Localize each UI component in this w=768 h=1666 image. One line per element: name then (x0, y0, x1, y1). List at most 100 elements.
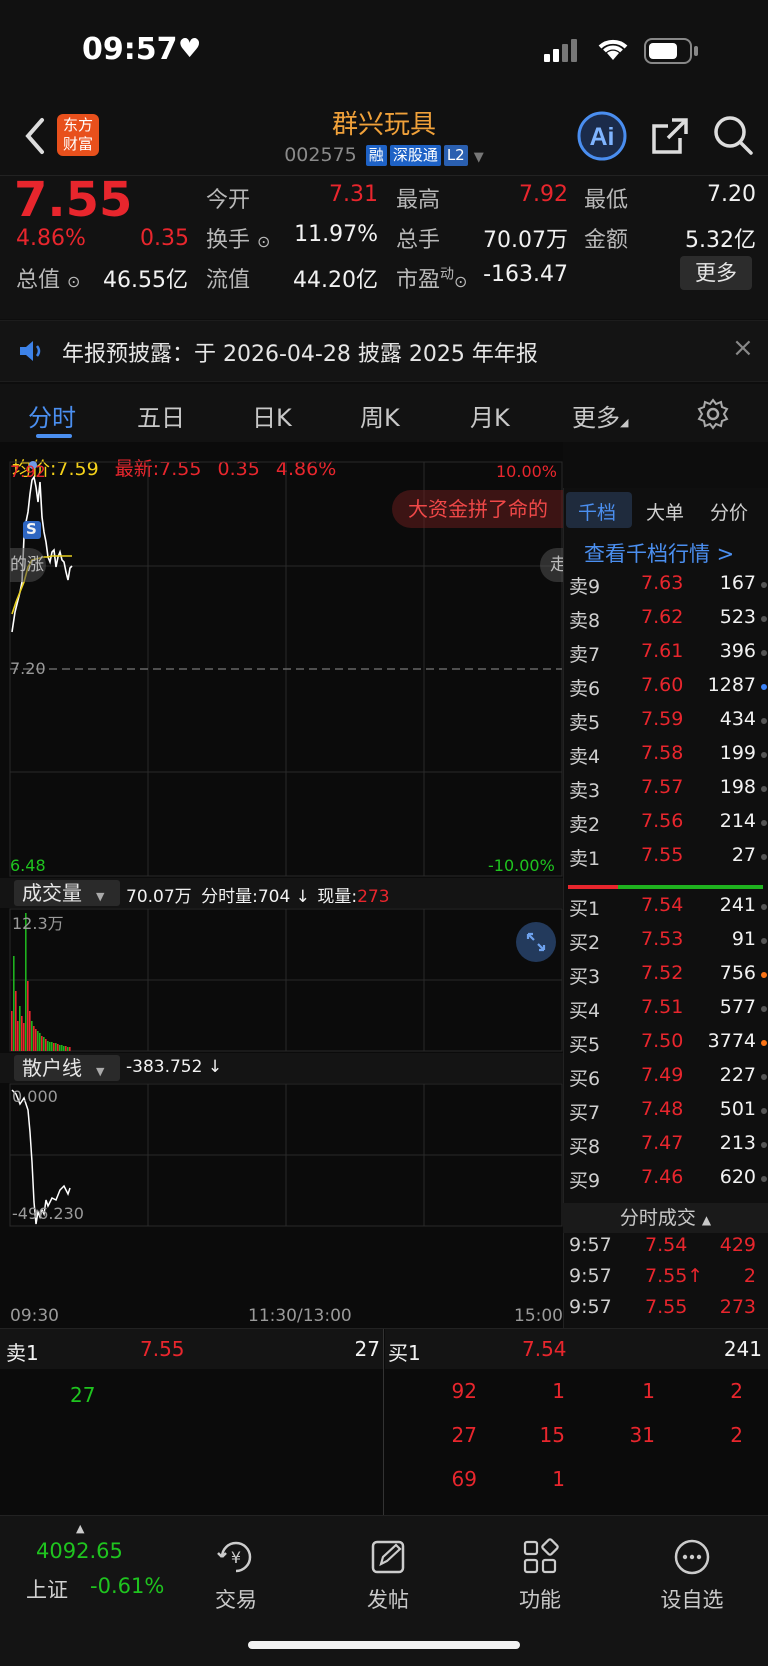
order-dot-icon (761, 1142, 767, 1148)
bid-level-label: 买2 (569, 932, 601, 954)
book-tab-bigorder[interactable]: 大单 (646, 498, 684, 525)
notice-text: 年报预披露：于 2026-04-28 披露 2025 年年报 (62, 342, 538, 367)
float-label: 流值 (206, 268, 251, 293)
nav-functions[interactable]: 功能 (485, 1536, 595, 1614)
ask-strength-bar (568, 885, 618, 889)
ai-icon[interactable]: Ai (576, 110, 628, 166)
caret-up-icon: ▲ (76, 1522, 85, 1535)
bid-row[interactable]: 买9 7.46 620 (563, 1166, 768, 1200)
volume-bar (35, 1029, 37, 1051)
tab-intraday[interactable]: 分时 (28, 398, 76, 433)
bid-price: 7.52 (641, 962, 684, 984)
tab-more[interactable]: 更多◢ (572, 398, 628, 433)
nav-trade[interactable]: ¥ 交易 (181, 1536, 291, 1614)
wifi-icon (596, 36, 630, 66)
trade-price: 7.54 (645, 1234, 688, 1256)
ask-row[interactable]: 卖8 7.62 523 (563, 606, 768, 640)
nav-add-watchlist[interactable]: 设自选 (637, 1536, 747, 1614)
bid-row[interactable]: 买3 7.52 756 (563, 962, 768, 996)
turnover-label: 换手 ⊙ (206, 228, 271, 253)
intraday-chart[interactable]: 均价:7.59 最新:7.55 0.35 4.86% S 7.92 7.20 6… (0, 442, 563, 1328)
big-fund-banner[interactable]: 大资金拼了命的 (392, 490, 563, 528)
ask-list: 卖9 7.63 167 卖8 7.62 523 卖7 7.61 396 卖6 7.60 1287 卖5 7… (563, 572, 768, 882)
bid-row[interactable]: 买2 7.53 91 (563, 928, 768, 962)
bid-row[interactable]: 买5 7.50 3774 (563, 1030, 768, 1064)
low-label: 最低 (584, 188, 629, 213)
view-depth-link[interactable]: 查看千档行情 > (584, 538, 734, 568)
trade-time: 9:57 (569, 1296, 612, 1318)
notice-bar[interactable]: 年报预披露：于 2026-04-28 披露 2025 年年报 × (0, 320, 768, 382)
volume-bar (51, 1042, 53, 1051)
settings-icon[interactable] (697, 398, 729, 434)
tab-daily[interactable]: 日K (252, 398, 292, 433)
queue-bid-orders: 92 1 1 2 27 15 31 2 69 1 (385, 1379, 768, 1515)
volume-indicator-select[interactable]: 成交量 ▼ (14, 880, 120, 906)
tab-weekly[interactable]: 周K (360, 398, 400, 433)
order-dot-icon (761, 1074, 767, 1080)
volume-bar (27, 981, 29, 1051)
volume-bar (33, 1026, 35, 1051)
volume-max-label: 12.3万 (12, 914, 64, 933)
order-dot-icon (761, 752, 767, 758)
nav-post[interactable]: 发帖 (333, 1536, 443, 1614)
tab-monthly[interactable]: 月K (470, 398, 510, 433)
bid-level-label: 买1 (569, 898, 601, 920)
tab-active-indicator (36, 434, 72, 438)
trade-volume: 2 (743, 1265, 756, 1287)
order-dot-icon (761, 1108, 767, 1114)
book-tab-depth[interactable]: 千档 (578, 498, 616, 525)
ask-row[interactable]: 卖6 7.60 1287 (563, 674, 768, 708)
ask-level-label: 卖9 (569, 576, 601, 598)
index-value[interactable]: 4092.65 (36, 1539, 123, 1563)
more-button[interactable]: 更多 (680, 256, 752, 290)
ask-row[interactable]: 卖4 7.58 199 (563, 742, 768, 776)
last-price: 7.55 (14, 172, 133, 228)
retail-indicator-select[interactable]: 散户线 ▼ (14, 1055, 120, 1081)
bid-row[interactable]: 买8 7.47 213 (563, 1132, 768, 1166)
tab-5day[interactable]: 五日 (137, 398, 185, 433)
info-icon[interactable]: ⊙ (67, 272, 80, 291)
ask-row[interactable]: 卖2 7.56 214 (563, 810, 768, 844)
ask-row[interactable]: 卖9 7.63 167 (563, 572, 768, 606)
svg-text:Ai: Ai (590, 123, 615, 151)
volume-bar (23, 1023, 25, 1051)
trade-volume: 429 (719, 1234, 756, 1256)
order-dot-icon (761, 904, 767, 910)
ask-price: 7.62 (641, 606, 684, 628)
trade-time: 9:57 (569, 1234, 612, 1256)
ask-row[interactable]: 卖7 7.61 396 (563, 640, 768, 674)
book-tab-pricedist[interactable]: 分价 (710, 498, 748, 525)
queue-ask-label: 卖1 (6, 1341, 39, 1365)
mktcap-value: 46.55亿 (103, 268, 188, 293)
speaker-icon (18, 339, 46, 367)
trade-price: 7.55 (645, 1296, 688, 1318)
tag-margin: 融 (365, 145, 387, 166)
bid-row[interactable]: 买7 7.48 501 (563, 1098, 768, 1132)
trades-header[interactable]: 分时成交 ▲ (563, 1203, 768, 1233)
bid-volume: 577 (719, 996, 756, 1018)
ask-row[interactable]: 卖1 7.55 27 (563, 844, 768, 878)
ask-level-label: 卖4 (569, 746, 601, 768)
order-dot-icon (761, 820, 767, 826)
bid-row[interactable]: 买1 7.54 241 (563, 894, 768, 928)
queue-bid-order: 1 (552, 1467, 565, 1491)
ask-price: 7.63 (641, 572, 684, 594)
chart-tabs: 分时 五日 日K 周K 月K 更多◢ (0, 384, 768, 442)
info-icon[interactable]: ⊙ (257, 232, 270, 251)
expand-icon[interactable] (516, 922, 556, 962)
share-icon[interactable] (650, 116, 690, 160)
ask-row[interactable]: 卖3 7.57 198 (563, 776, 768, 810)
volume-bar (17, 1021, 19, 1051)
ask-row[interactable]: 卖5 7.59 434 (563, 708, 768, 742)
queue-bid-order: 1 (552, 1379, 565, 1403)
ask-volume: 214 (719, 810, 756, 832)
close-icon[interactable]: × (732, 333, 754, 363)
left-side-tab[interactable]: 的涨 (10, 548, 46, 582)
bid-row[interactable]: 买6 7.49 227 (563, 1064, 768, 1098)
index-name[interactable]: 上证 (26, 1574, 68, 1604)
volume-bar (61, 1045, 63, 1051)
bid-row[interactable]: 买4 7.51 577 (563, 996, 768, 1030)
search-icon[interactable] (712, 114, 754, 160)
index-pct[interactable]: -0.61% (90, 1574, 164, 1598)
info-icon[interactable]: ⊙ (454, 272, 467, 291)
